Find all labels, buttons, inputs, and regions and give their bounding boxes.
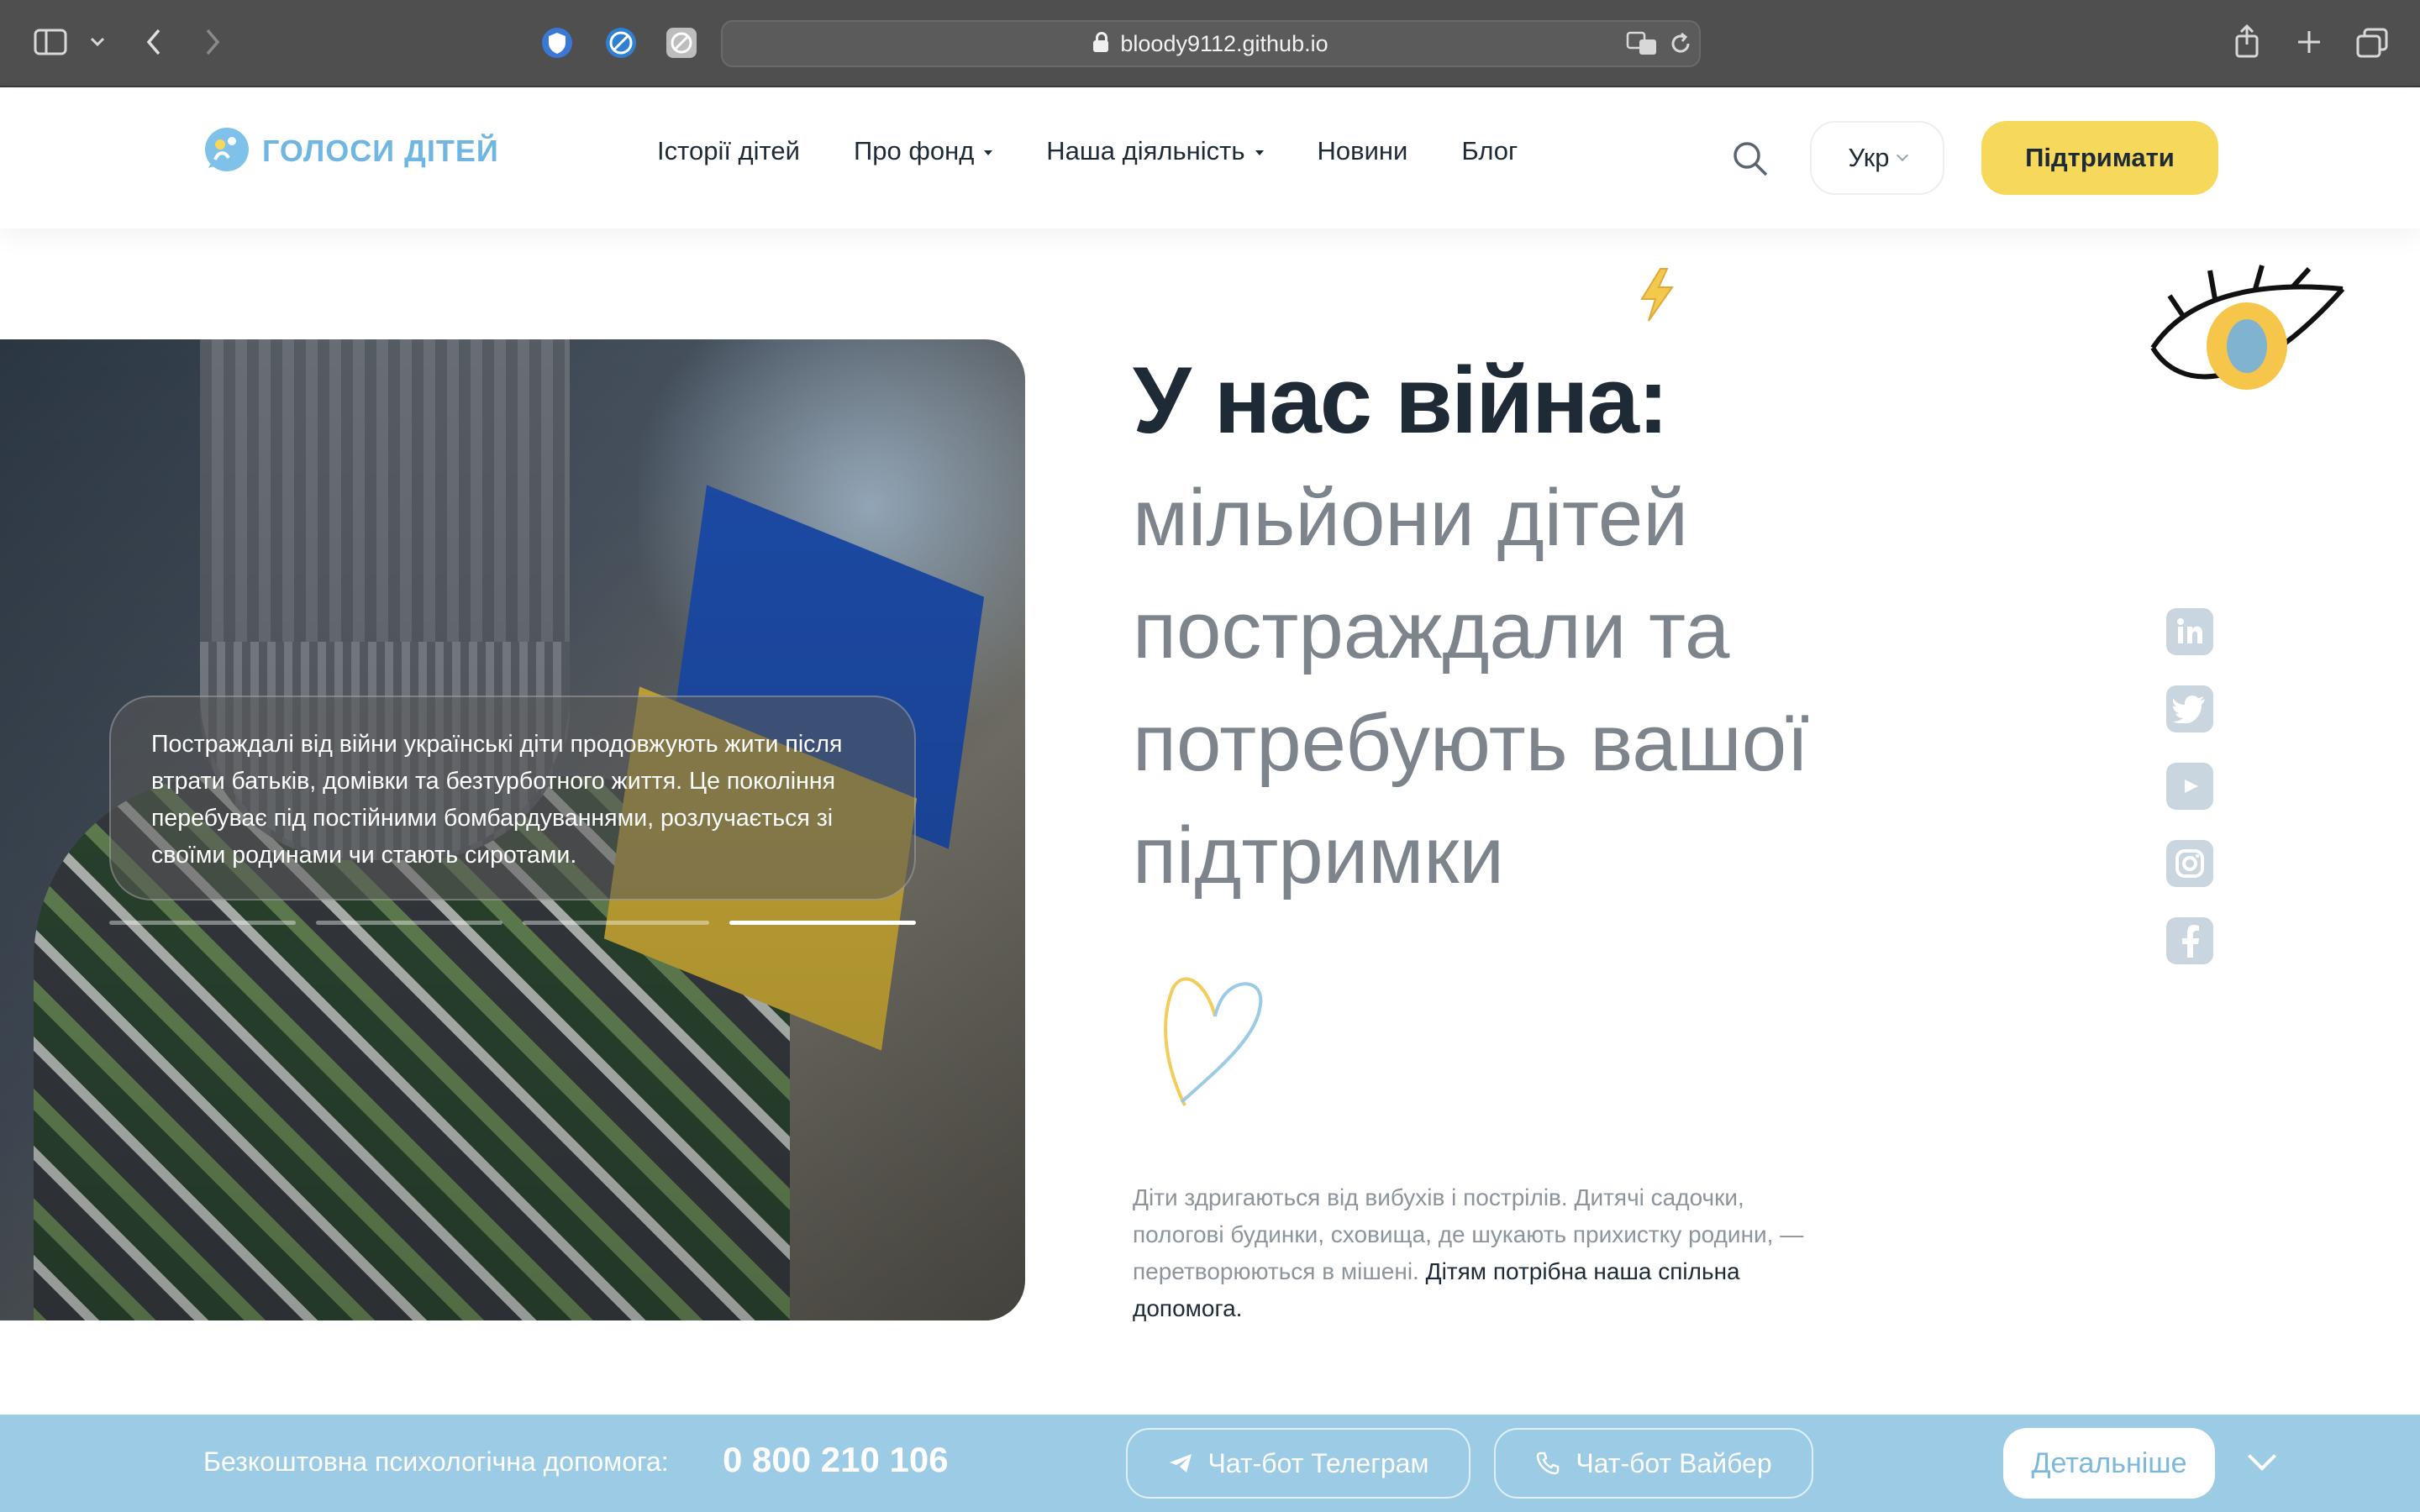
- telegram-icon: [1169, 1454, 1192, 1473]
- site-header: ГОЛОСИ ДІТЕЙ Історії дітей Про фонд Наша…: [0, 89, 2420, 228]
- chevron-down-icon[interactable]: [87, 32, 108, 52]
- share-icon[interactable]: [2230, 22, 2264, 60]
- extension-blocker-icon[interactable]: [664, 25, 699, 60]
- logo[interactable]: ГОЛОСИ ДІТЕЙ: [200, 126, 499, 176]
- help-bar: Безкоштовна психологічна допомога: 0 800…: [0, 1415, 2420, 1512]
- caret-down-icon: [1255, 150, 1264, 155]
- reload-icon[interactable]: [1665, 29, 1696, 59]
- slider-dot[interactable]: [523, 921, 709, 925]
- nav-label: Наша діяльність: [1046, 136, 1245, 165]
- support-button[interactable]: Підтримати: [1981, 121, 2218, 195]
- extension-shield-icon[interactable]: [539, 25, 575, 60]
- translate-icon[interactable]: [1625, 29, 1659, 59]
- facebook-icon[interactable]: [2166, 917, 2213, 964]
- lock-icon: [1093, 32, 1109, 52]
- linkedin-icon[interactable]: [2166, 608, 2213, 655]
- nav-item-activity[interactable]: Наша діяльність: [1046, 136, 1264, 166]
- tab-overview-icon[interactable]: [2354, 25, 2390, 60]
- telegram-bot-button[interactable]: Чат-бот Телеграм: [1126, 1428, 1470, 1499]
- hero-body: Діти здригаються від вибухів і пострілів…: [1133, 1179, 1805, 1327]
- sidebar-toggle-icon[interactable]: [32, 25, 69, 59]
- caret-down-icon: [984, 150, 993, 155]
- hero-subtitle: мільйони дітей постраждали та потребують…: [1133, 473, 1809, 900]
- help-label: Безкоштовна психологічна допомога:: [203, 1446, 669, 1477]
- language-select[interactable]: Укр: [1810, 121, 1944, 195]
- slider-dot[interactable]: [109, 921, 296, 925]
- youtube-icon[interactable]: [2166, 763, 2213, 810]
- hero-caption: Постраждалі від війни українські діти пр…: [109, 696, 916, 900]
- browser-toolbar: bloody9112.github.io: [0, 0, 2420, 87]
- chevron-down-icon[interactable]: [2248, 1442, 2276, 1471]
- eye-doodle-icon: [2150, 265, 2345, 390]
- lightning-icon: [1640, 268, 1674, 322]
- instagram-icon[interactable]: [2166, 840, 2213, 887]
- nav-label: Блог: [1461, 136, 1518, 165]
- forward-icon[interactable]: [200, 27, 225, 57]
- nav-item-blog[interactable]: Блог: [1461, 136, 1518, 166]
- address-bar[interactable]: bloody9112.github.io: [721, 20, 1701, 67]
- language-label: Укр: [1848, 143, 1890, 172]
- heart-doodle-icon: [1164, 977, 1263, 1106]
- nav-label: Про фонд: [853, 136, 975, 165]
- nav-item-news[interactable]: Новини: [1318, 136, 1408, 166]
- hero-title: У нас війна:: [1133, 348, 1669, 453]
- slider-dot[interactable]: [316, 921, 502, 925]
- url-text: bloody9112.github.io: [1120, 30, 1328, 56]
- nav-label: Новини: [1317, 136, 1408, 165]
- extension-compass-icon[interactable]: [603, 25, 639, 60]
- nav-label: Історії дітей: [657, 136, 800, 165]
- nav-item-stories[interactable]: Історії дітей: [657, 136, 800, 166]
- search-icon[interactable]: [1731, 139, 1770, 178]
- slider-dot-active[interactable]: [729, 921, 916, 925]
- viber-bot-button[interactable]: Чат-бот Вайбер: [1494, 1428, 1813, 1499]
- logo-mark-icon: [205, 128, 249, 171]
- twitter-icon[interactable]: [2166, 685, 2213, 732]
- main-nav: Історії дітей Про фонд Наша діяльність Н…: [657, 136, 1518, 166]
- help-phone[interactable]: 0 800 210 106: [723, 1440, 949, 1480]
- telegram-label: Чат-бот Телеграм: [1207, 1447, 1429, 1478]
- logo-text: ГОЛОСИ ДІТЕЙ: [262, 134, 499, 168]
- back-icon[interactable]: [141, 27, 166, 57]
- social-links: [2166, 608, 2213, 964]
- viber-label: Чат-бот Вайбер: [1576, 1447, 1772, 1478]
- more-button[interactable]: Детальніше: [2003, 1428, 2215, 1499]
- slider-indicators: [109, 921, 916, 925]
- nav-item-about[interactable]: Про фонд: [853, 136, 993, 166]
- phone-icon: [1537, 1452, 1560, 1475]
- new-tab-icon[interactable]: [2292, 25, 2326, 59]
- chevron-down-icon: [1896, 149, 1908, 162]
